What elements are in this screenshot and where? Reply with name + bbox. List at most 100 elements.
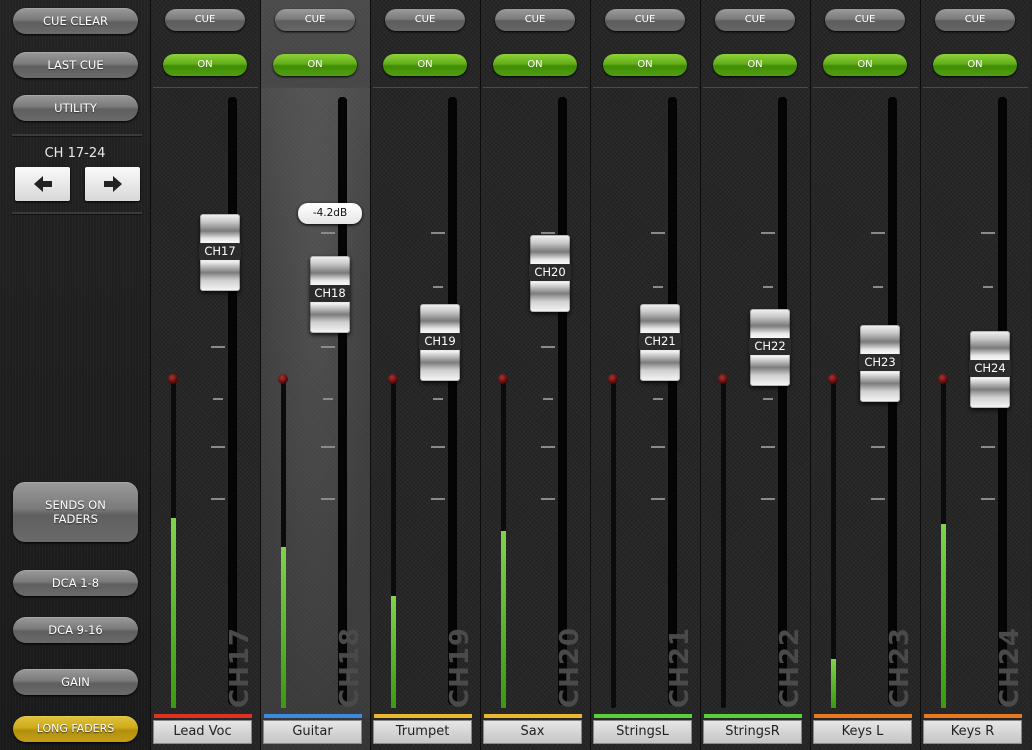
channel-name[interactable]: Sax: [483, 720, 582, 744]
divider: [153, 87, 258, 88]
channel-watermark: CH18: [335, 626, 365, 708]
on-button[interactable]: ON: [713, 54, 797, 76]
channel-strip-ch21[interactable]: CUE ON CH21 CH21 StringsL: [590, 0, 700, 750]
sidebar: CUE CLEAR LAST CUE UTILITY CH 17-24 SEND…: [0, 0, 151, 750]
channel-strip-ch23[interactable]: CUE ON CH23 CH23 Keys L: [810, 0, 920, 750]
level-meter-fill: [831, 659, 836, 708]
on-button[interactable]: ON: [273, 54, 357, 76]
channel-strip-ch24[interactable]: CUE ON CH24 CH24 Keys R: [920, 0, 1030, 750]
bank-prev-button[interactable]: [15, 167, 70, 201]
cue-button[interactable]: CUE: [825, 9, 905, 31]
fader-knob[interactable]: CH21: [639, 304, 681, 381]
fader-knob[interactable]: CH19: [419, 304, 461, 381]
on-button[interactable]: ON: [933, 54, 1017, 76]
fader-value-bubble: -4.2dB: [298, 203, 362, 224]
fader-scale-tick: [651, 498, 665, 500]
fader-scale-tick: [761, 446, 775, 448]
fader-knob[interactable]: CH24: [969, 331, 1011, 408]
cue-button[interactable]: CUE: [385, 9, 465, 31]
fader-scale-tick: [871, 232, 885, 234]
channel-name[interactable]: Trumpet: [373, 720, 472, 744]
cue-button[interactable]: CUE: [165, 9, 245, 31]
peak-indicator: [718, 374, 728, 384]
fader-knob-label: CH19: [419, 333, 461, 350]
fader-scale-tick: [321, 446, 335, 448]
channel-name[interactable]: StringsL: [593, 720, 692, 744]
level-meter-fill: [171, 518, 176, 708]
channel-strip-ch17[interactable]: CUE ON CH17 CH17 Lead Voc: [150, 0, 260, 750]
channel-watermark: CH19: [445, 626, 475, 708]
fader-track[interactable]: [338, 97, 347, 705]
dca-9-16-button[interactable]: DCA 9-16: [13, 617, 138, 643]
on-button[interactable]: ON: [163, 54, 247, 76]
channel-color-bar: [814, 714, 912, 718]
fader-knob-label: CH24: [969, 360, 1011, 377]
utility-button[interactable]: UTILITY: [13, 95, 138, 121]
channel-strip-ch19[interactable]: CUE ON CH19 CH19 Trumpet: [370, 0, 480, 750]
divider: [483, 87, 588, 88]
on-button[interactable]: ON: [823, 54, 907, 76]
cue-button[interactable]: CUE: [495, 9, 575, 31]
fader-knob[interactable]: CH20: [529, 235, 571, 312]
channel-strip-ch22[interactable]: CUE ON CH22 CH22 StringsR: [700, 0, 810, 750]
channel-name[interactable]: Lead Voc: [153, 720, 252, 744]
channel-watermark: CH17: [225, 626, 255, 708]
fader-knob[interactable]: CH18: [309, 256, 351, 333]
fader-scale-tick: [543, 398, 553, 400]
channel-watermark: CH22: [775, 626, 805, 708]
fader-scale-tick: [321, 346, 335, 348]
fader-scale-tick: [981, 498, 995, 500]
fader-knob-label: CH22: [749, 338, 791, 355]
fader-knob[interactable]: CH22: [749, 309, 791, 386]
fader-scale-tick: [211, 498, 225, 500]
divider: [923, 87, 1028, 88]
fader-track[interactable]: [778, 97, 787, 705]
channel-name[interactable]: Keys R: [923, 720, 1022, 744]
last-cue-button[interactable]: LAST CUE: [13, 52, 138, 78]
peak-indicator: [168, 374, 178, 384]
fader-scale-tick: [433, 286, 443, 288]
divider: [263, 87, 368, 88]
divider: [703, 87, 808, 88]
arrow-right-icon: [104, 176, 122, 192]
channel-strip-ch18[interactable]: CUE ON CH18 CH18 -4.2dB Guitar: [260, 0, 370, 750]
bank-next-button[interactable]: [85, 167, 140, 201]
level-meter-fill: [391, 596, 396, 708]
cue-button[interactable]: CUE: [935, 9, 1015, 31]
peak-indicator: [498, 374, 508, 384]
fader-scale-tick: [981, 446, 995, 448]
channel-name[interactable]: Keys L: [813, 720, 912, 744]
on-button[interactable]: ON: [603, 54, 687, 76]
gain-button[interactable]: GAIN: [13, 669, 138, 695]
fader-knob[interactable]: CH23: [859, 325, 901, 402]
fader-scale-tick: [321, 232, 335, 234]
on-button[interactable]: ON: [383, 54, 467, 76]
cue-button[interactable]: CUE: [275, 9, 355, 31]
long-faders-button[interactable]: LONG FADERS: [13, 716, 138, 742]
cue-button[interactable]: CUE: [715, 9, 795, 31]
fader-scale-tick: [431, 446, 445, 448]
fader-scale-tick: [323, 398, 333, 400]
fader-track[interactable]: [558, 97, 567, 705]
channel-name[interactable]: Guitar: [263, 720, 362, 744]
dca-1-8-button[interactable]: DCA 1-8: [13, 570, 138, 596]
channel-watermark: CH20: [555, 626, 585, 708]
fader-scale-tick: [211, 346, 225, 348]
fader-track[interactable]: [448, 97, 457, 705]
fader-knob[interactable]: CH17: [199, 214, 241, 291]
divider: [593, 87, 698, 88]
sends-on-faders-button[interactable]: SENDS ON FADERS: [13, 482, 138, 542]
fader-track[interactable]: [228, 97, 237, 705]
peak-indicator: [938, 374, 948, 384]
channel-name[interactable]: StringsR: [703, 720, 802, 744]
fader-track[interactable]: [668, 97, 677, 705]
channel-color-bar: [924, 714, 1022, 718]
channel-strip-ch20[interactable]: CUE ON CH20 CH20 Sax: [480, 0, 590, 750]
level-meter-fill: [501, 531, 506, 708]
fader-scale-tick: [871, 498, 885, 500]
cue-clear-button[interactable]: CUE CLEAR: [13, 8, 138, 34]
on-button[interactable]: ON: [493, 54, 577, 76]
fader-scale-tick: [653, 398, 663, 400]
level-meter-fill: [281, 547, 286, 708]
cue-button[interactable]: CUE: [605, 9, 685, 31]
